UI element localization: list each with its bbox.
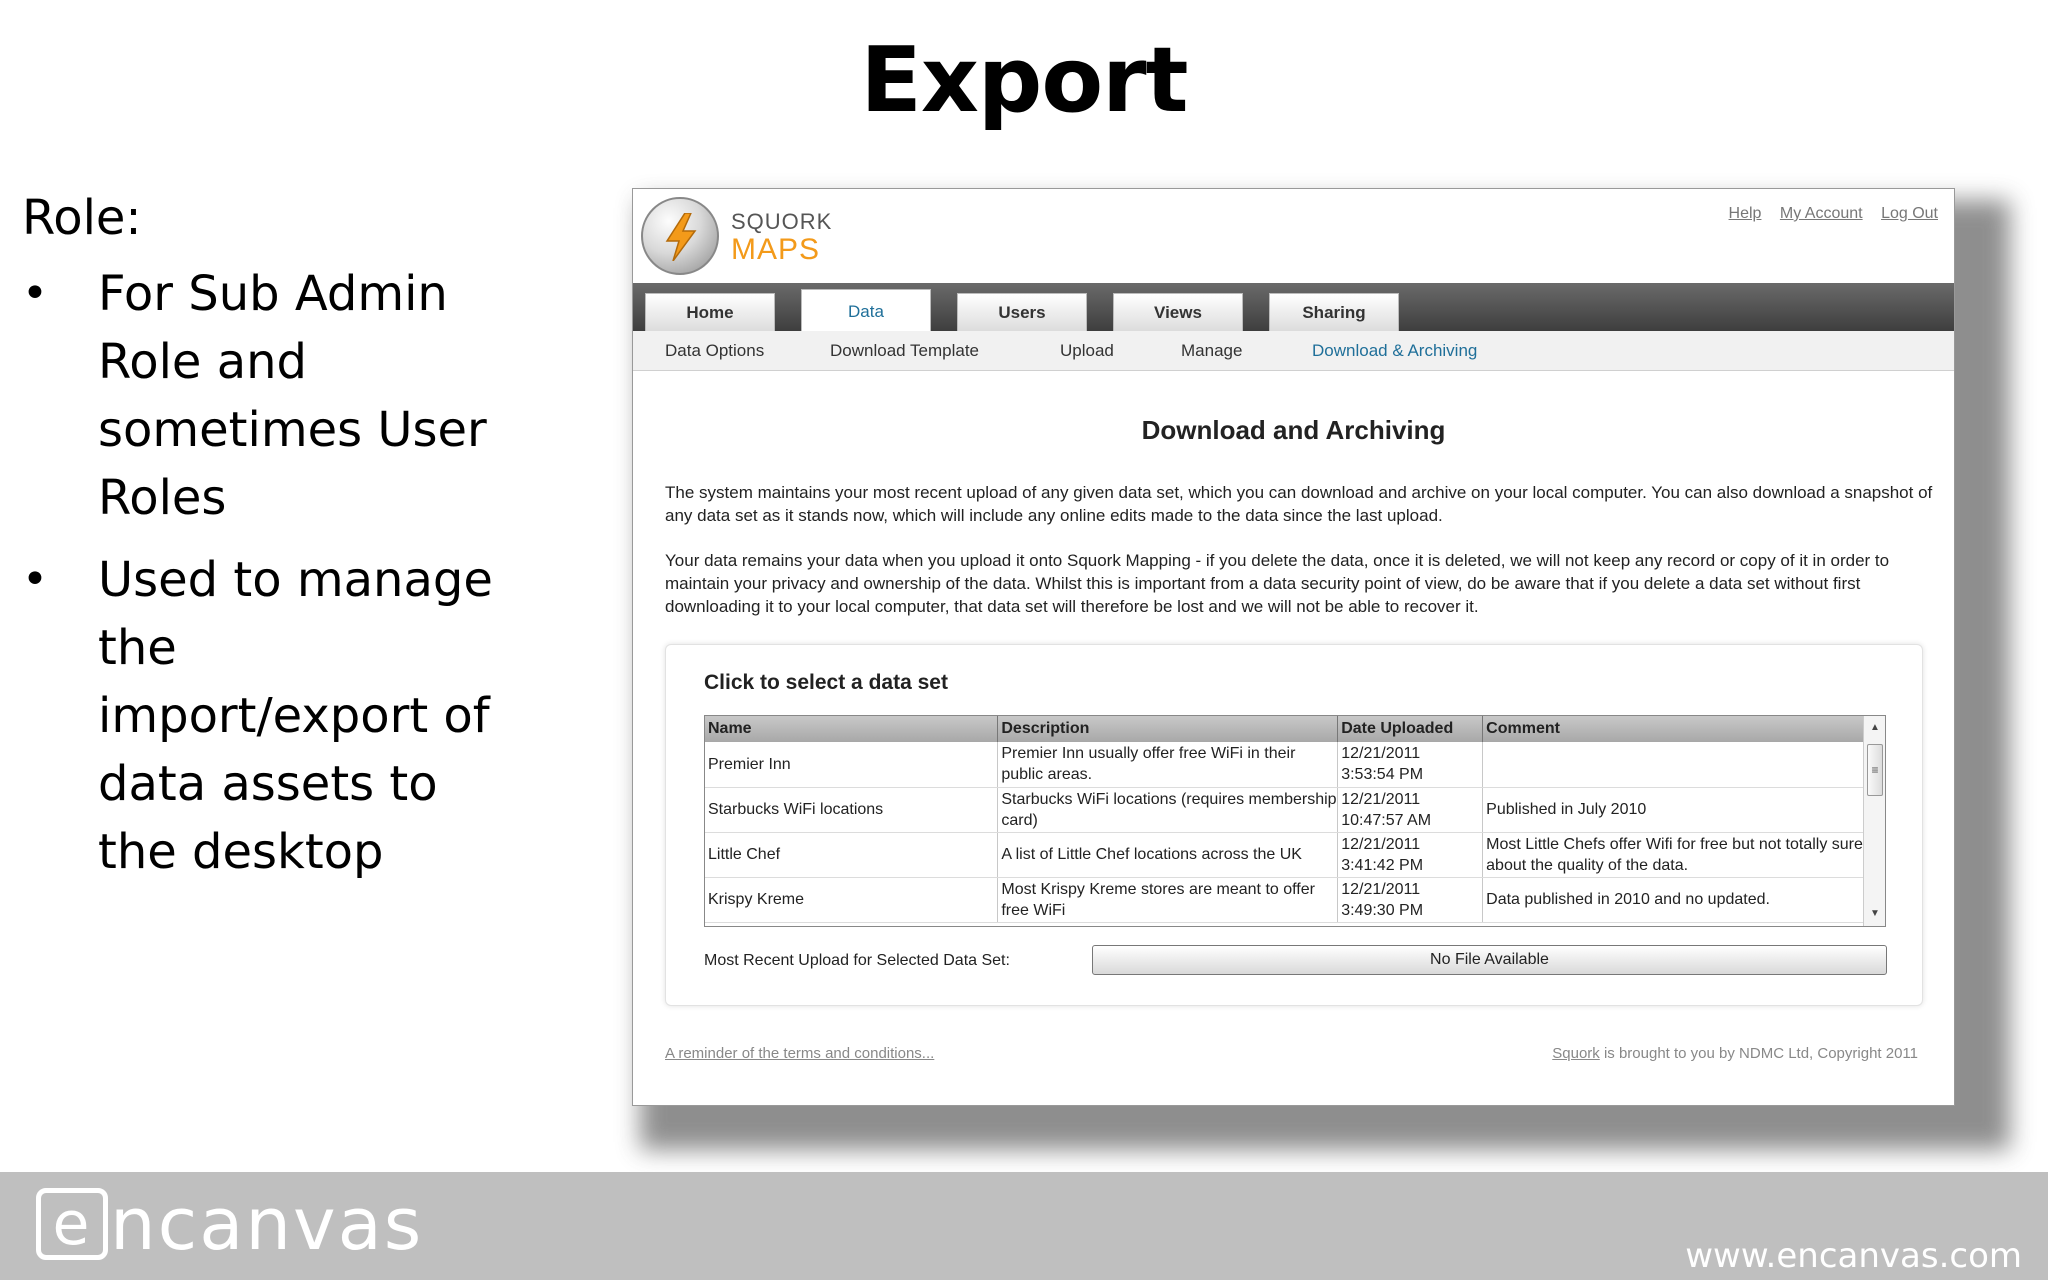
copyright-rest: is brought to you by NDMC Ltd, Copyright…: [1599, 1045, 1918, 1062]
data-set-table: Name Description Date Uploaded Comment P…: [705, 716, 1865, 923]
bullet-list: • For Sub Admin Role and sometimes User …: [22, 260, 522, 886]
bullet-text: For Sub Admin Role and sometimes User Ro…: [98, 266, 487, 526]
encanvas-logo-mark: e: [36, 1188, 108, 1260]
cell-comment: [1482, 742, 1865, 788]
column-header-date-uploaded[interactable]: Date Uploaded: [1337, 716, 1484, 742]
log-out-link[interactable]: Log Out: [1881, 205, 1938, 222]
bullet-item: • Used to manage the import/export of da…: [22, 546, 522, 886]
subnav-data-options[interactable]: Data Options: [665, 341, 764, 361]
my-account-link[interactable]: My Account: [1780, 205, 1863, 222]
role-text-block: Role: • For Sub Admin Role and sometimes…: [22, 188, 522, 900]
cell-comment: Most Little Chefs offer Wifi for free bu…: [1482, 832, 1865, 878]
encanvas-logo-text: ncanvas: [110, 1182, 424, 1266]
cell-date: 12/21/2011 3:53:54 PM: [1337, 742, 1484, 788]
app-logo[interactable]: [641, 197, 719, 275]
slide-footer: e ncanvas www.encanvas.com: [0, 1172, 2048, 1280]
bullet-dot: •: [22, 554, 48, 605]
copyright-text: Squork is brought to you by NDMC Ltd, Co…: [1552, 1045, 1918, 1062]
role-label: Role:: [22, 190, 142, 246]
cell-date-day: 12/21/2011: [1341, 745, 1421, 763]
cell-date-time: 3:41:42 PM: [1341, 856, 1424, 874]
scroll-down-icon[interactable]: ▼: [1864, 904, 1885, 924]
top-links: Help My Account Log Out: [1715, 205, 1938, 223]
tab-data[interactable]: Data: [801, 289, 931, 331]
recent-upload-label: Most Recent Upload for Selected Data Set…: [704, 952, 1010, 969]
scroll-thumb-grip-icon[interactable]: ≡: [1867, 744, 1883, 796]
intro-paragraph: The system maintains your most recent up…: [665, 483, 1933, 525]
cell-date-time: 3:49:30 PM: [1341, 901, 1424, 919]
grid-scrollbar[interactable]: ▲ ≡ ▼: [1863, 716, 1885, 926]
cell-description: Premier Inn usually offer free WiFi in t…: [997, 742, 1339, 788]
cell-date: 12/21/2011 3:49:30 PM: [1337, 877, 1484, 923]
subnav-manage[interactable]: Manage: [1181, 341, 1242, 361]
cell-date-day: 12/21/2011: [1341, 880, 1421, 898]
cell-name: Premier Inn: [705, 742, 999, 788]
table-row[interactable]: Starbucks WiFi locations Starbucks WiFi …: [705, 787, 1865, 833]
column-header-description[interactable]: Description: [997, 716, 1339, 742]
cell-description: Most Krispy Kreme stores are meant to of…: [997, 877, 1339, 923]
column-header-name[interactable]: Name: [705, 716, 999, 742]
table-row[interactable]: Little Chef A list of Little Chef locati…: [705, 832, 1865, 878]
data-set-panel: Click to select a data set Name Descript…: [665, 644, 1923, 1006]
table-row[interactable]: Premier Inn Premier Inn usually offer fr…: [705, 742, 1865, 788]
cell-date-time: 10:47:57 AM: [1341, 811, 1432, 829]
cell-comment: Data published in 2010 and no updated.: [1482, 877, 1865, 923]
bullet-item: • For Sub Admin Role and sometimes User …: [22, 260, 522, 532]
data-set-grid: Name Description Date Uploaded Comment P…: [704, 715, 1886, 927]
squork-link[interactable]: Squork: [1552, 1045, 1600, 1062]
main-tab-bar: Home Data Users Views Sharing: [633, 283, 1954, 331]
slide-title: Export: [860, 28, 1188, 133]
privacy-paragraph: Your data remains your data when you upl…: [665, 551, 1890, 616]
app-screenshot: SQUORK MAPS Help My Account Log Out Home…: [632, 188, 1955, 1106]
scroll-up-icon[interactable]: ▲: [1864, 718, 1885, 738]
table-row[interactable]: Krispy Kreme Most Krispy Kreme stores ar…: [705, 877, 1865, 923]
tab-views[interactable]: Views: [1113, 293, 1243, 331]
tab-home[interactable]: Home: [645, 293, 775, 331]
subnav-download-archiving[interactable]: Download & Archiving: [1312, 341, 1477, 361]
no-file-available-button[interactable]: No File Available: [1092, 945, 1887, 975]
cell-date-day: 12/21/2011: [1341, 835, 1421, 853]
table-header-row: Name Description Date Uploaded Comment: [705, 716, 1865, 742]
cell-date: 12/21/2011 3:41:42 PM: [1337, 832, 1484, 878]
app-header: SQUORK MAPS Help My Account Log Out: [633, 189, 1954, 283]
cell-name: Little Chef: [705, 832, 999, 878]
subnav-download-template[interactable]: Download Template: [830, 341, 979, 361]
cell-date: 12/21/2011 10:47:57 AM: [1337, 787, 1484, 833]
bullet-text: Used to manage the import/export of data…: [98, 552, 493, 880]
cell-name: Krispy Kreme: [705, 877, 999, 923]
subnav-upload[interactable]: Upload: [1060, 341, 1114, 361]
cell-description: Starbucks WiFi locations (requires membe…: [997, 787, 1339, 833]
logo-text-maps: MAPS: [731, 233, 821, 266]
logo-text-squork: SQUORK: [731, 209, 833, 234]
page-title: Download and Archiving: [1141, 415, 1446, 445]
cell-comment: Published in July 2010: [1482, 787, 1865, 833]
footer-url: www.encanvas.com: [1685, 1236, 2022, 1276]
column-header-comment[interactable]: Comment: [1482, 716, 1865, 742]
tab-users[interactable]: Users: [957, 293, 1087, 331]
cell-date-time: 3:53:54 PM: [1341, 766, 1424, 784]
bullet-dot: •: [22, 268, 48, 319]
bolt-logo-icon: [665, 213, 697, 261]
panel-title: Click to select a data set: [704, 671, 948, 694]
terms-link[interactable]: A reminder of the terms and conditions..…: [665, 1045, 934, 1062]
sub-navigation: Data Options Download Template Upload Ma…: [633, 331, 1954, 371]
cell-description: A list of Little Chef locations across t…: [997, 832, 1339, 878]
cell-date-day: 12/21/2011: [1341, 790, 1421, 808]
cell-name: Starbucks WiFi locations: [705, 787, 999, 833]
tab-sharing[interactable]: Sharing: [1269, 293, 1399, 331]
help-link[interactable]: Help: [1729, 205, 1762, 222]
encanvas-logo: e ncanvas: [36, 1182, 423, 1266]
